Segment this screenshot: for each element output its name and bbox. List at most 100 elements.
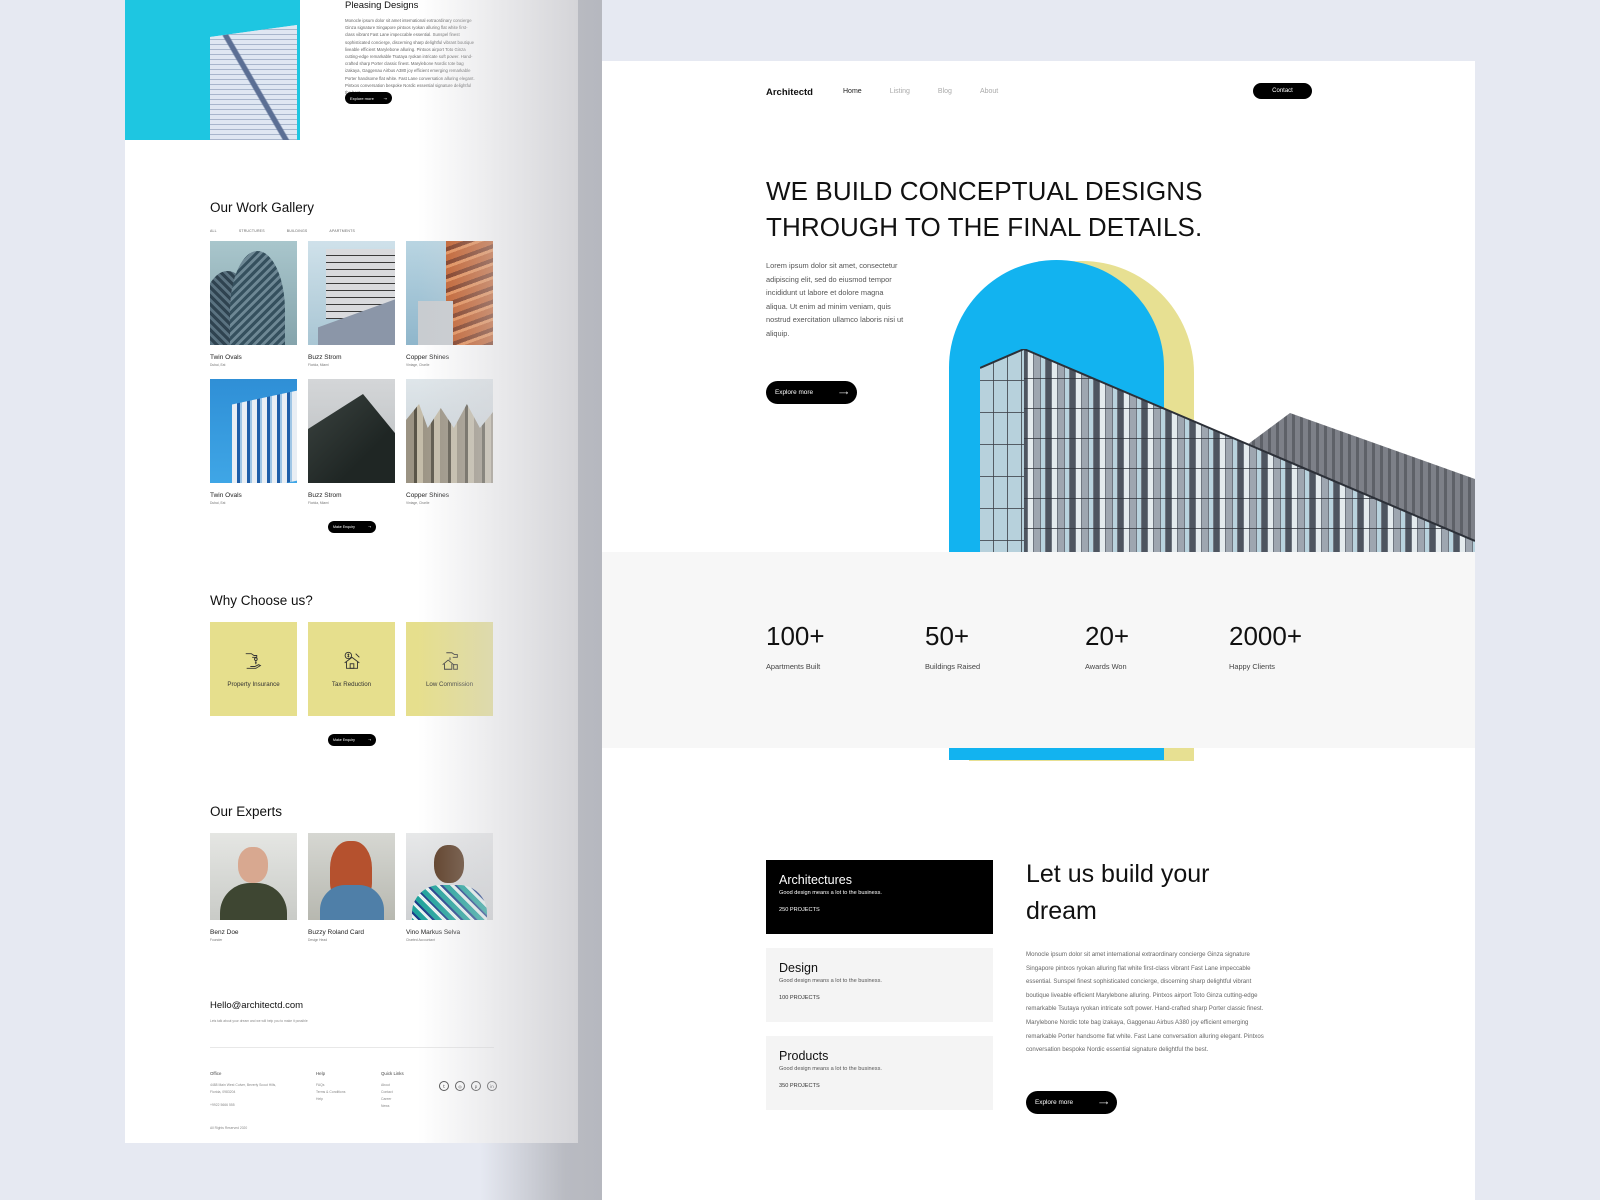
office-phone: +9922 5666 555 (210, 1103, 235, 1107)
logo[interactable]: Architectd (766, 87, 813, 98)
service-project-count: 350 PROJECTS (779, 1083, 820, 1089)
office-address: 4488 Main West Culver, Beverly Scout Hil… (210, 1083, 277, 1087)
expert-name: Benz Doe (210, 929, 239, 936)
nav-listing[interactable]: Listing (890, 88, 910, 95)
arrow-right-icon: ⟶ (1098, 1098, 1108, 1107)
footer-divider (210, 1047, 494, 1048)
gallery-item-title: Twin Ovals (210, 492, 242, 499)
service-card-products[interactable]: Products Good design means a lot to the … (766, 1036, 993, 1110)
expert-role: Founder (210, 938, 223, 942)
stat-value: 100+ (766, 621, 825, 651)
footer-quick-links: Quick Links About Contact Career News (381, 1071, 404, 1110)
why-card-property-insurance[interactable]: Property Insurance (210, 622, 297, 716)
gallery-item[interactable]: Twin Ovals Dubai, Eat (210, 379, 297, 505)
gallery-item[interactable]: Buzz Strom Florida, Miami (308, 241, 395, 367)
footer-link-news[interactable]: News (381, 1103, 404, 1110)
why-card-tax-reduction[interactable]: Tax Reduction (308, 622, 395, 716)
service-title: Design (779, 961, 818, 975)
house-coins-icon (441, 652, 458, 670)
expert-card[interactable]: Buzzy Roland Card Design Head (308, 833, 395, 942)
gallery-image (210, 241, 297, 345)
service-card-design[interactable]: Design Good design means a lot to the bu… (766, 948, 993, 1022)
stat-label: Buildings Raised (925, 662, 981, 671)
gallery-item-title: Buzz Strom (308, 354, 342, 361)
nav-blog[interactable]: Blog (938, 88, 952, 95)
social-links: t ◎ p in (439, 1081, 497, 1091)
gallery-item-title: Copper Shines (406, 354, 449, 361)
stat-label: Apartments Built (766, 662, 821, 671)
nav-about[interactable]: About (980, 88, 998, 95)
expert-card[interactable]: Benz Doe Founder (210, 833, 297, 942)
filter-all[interactable]: ALL (210, 229, 217, 233)
filter-buildings[interactable]: BUILDINGS (287, 229, 308, 233)
button-label: Make Enquiry (333, 738, 355, 742)
service-title: Architectures (779, 873, 852, 887)
explore-more-button[interactable]: Explore more ⟶ (1026, 1091, 1117, 1114)
gallery-image (406, 379, 493, 483)
instagram-icon[interactable]: ◎ (455, 1081, 465, 1091)
why-card-low-commission[interactable]: Low Commission (406, 622, 493, 716)
copyright: All Rights Reserved 2020 (210, 1126, 248, 1130)
gallery-row-2: Twin Ovals Dubai, Eat Buzz Strom Florida… (210, 379, 494, 505)
gallery-item[interactable]: Buzz Strom Florida, Miami (308, 379, 395, 505)
pinterest-icon[interactable]: p (471, 1081, 481, 1091)
gallery-item[interactable]: Copper Shines Vintage, Charlie (406, 241, 493, 367)
gallery-item[interactable]: Copper Shines Vintage, Charlie (406, 379, 493, 505)
hand-key-icon (245, 653, 261, 669)
stat-buildings: 50+ Buildings Raised (925, 621, 980, 671)
gallery-title: Our Work Gallery (210, 200, 315, 215)
footer-link-faqs[interactable]: FAQs (316, 1082, 345, 1089)
make-enquiry-button[interactable]: Make Enquiry → (328, 734, 376, 746)
house-dollar-icon (343, 651, 360, 669)
contact-subtext: Lets talk about your dream and we will h… (210, 1019, 308, 1023)
footer-link-terms[interactable]: Terms & Conditions (316, 1089, 345, 1096)
gallery-item-location: Dubai, Eat (210, 363, 226, 367)
make-enquiry-button[interactable]: Make Enquiry → (328, 521, 376, 533)
why-choose-title: Why Choose us? (210, 593, 313, 608)
experts-title: Our Experts (210, 804, 283, 819)
nav-home[interactable]: Home (843, 88, 862, 95)
gallery-image (308, 379, 395, 483)
gallery-item-title: Copper Shines (406, 492, 449, 499)
filter-structures[interactable]: STRUCTURES (239, 229, 265, 233)
section-title: Pleasing Designs (345, 0, 419, 11)
explore-more-button[interactable]: Explore more → (345, 92, 392, 104)
service-card-architectures[interactable]: Architectures Good design means a lot to… (766, 860, 993, 934)
dream-title: Let us build your dream (1026, 860, 1210, 925)
left-page-preview: Pleasing Designs Monocle ipsum dolor sit… (125, 0, 578, 1143)
button-label: Contact (1272, 88, 1293, 94)
footer-link-about[interactable]: About (381, 1082, 404, 1089)
stat-value: 50+ (925, 621, 970, 651)
footer-office: Office 4488 Main West Culver, Beverly Sc… (210, 1071, 276, 1109)
explore-more-button[interactable]: Explore more ⟶ (766, 381, 857, 404)
footer-help: Help FAQs Terms & Conditions Help (316, 1071, 345, 1103)
footer-link-career[interactable]: Career (381, 1096, 404, 1103)
footer-col-title: Office (210, 1071, 222, 1076)
gallery-item-location: Florida, Miami (308, 363, 329, 367)
expert-role: Charted Accountant (406, 938, 435, 942)
contact-email[interactable]: Hello@architectd.com (210, 1000, 303, 1011)
stat-value: 2000+ (1229, 621, 1303, 651)
expert-card[interactable]: Vino Markus Selva Charted Accountant (406, 833, 493, 942)
hero-title-line: THROUGH TO THE FINAL DETAILS. (766, 212, 1203, 242)
footer-link-contact[interactable]: Contact (381, 1089, 404, 1096)
service-description: Good design means a lot to the business. (779, 890, 882, 896)
gallery-row-1: Twin Ovals Dubai, Eat Buzz Strom Florida… (210, 241, 494, 367)
linkedin-icon[interactable]: in (487, 1081, 497, 1091)
arrow-right-icon: → (367, 738, 371, 742)
footer-link-help[interactable]: Help (316, 1096, 345, 1103)
gallery-image (210, 379, 297, 483)
why-card-label: Low Commission (425, 681, 474, 688)
expert-role: Design Head (308, 938, 328, 942)
section-paragraph: Monocle ipsum dolor sit amet internation… (345, 18, 475, 95)
twitter-icon[interactable]: t (439, 1081, 449, 1091)
button-label: Explore more (1035, 1099, 1074, 1106)
contact-button[interactable]: Contact (1253, 83, 1312, 99)
button-label: Explore more (350, 95, 374, 101)
expert-name: Vino Markus Selva (406, 929, 461, 936)
filter-apartments[interactable]: APARTMENTS (329, 229, 355, 233)
hero-paragraph: Lorem ipsum dolor sit amet, consectetur … (766, 261, 904, 338)
expert-name: Buzzy Roland Card (308, 929, 364, 936)
office-address: Florida, 0983204 (210, 1090, 236, 1094)
gallery-item[interactable]: Twin Ovals Dubai, Eat (210, 241, 297, 367)
